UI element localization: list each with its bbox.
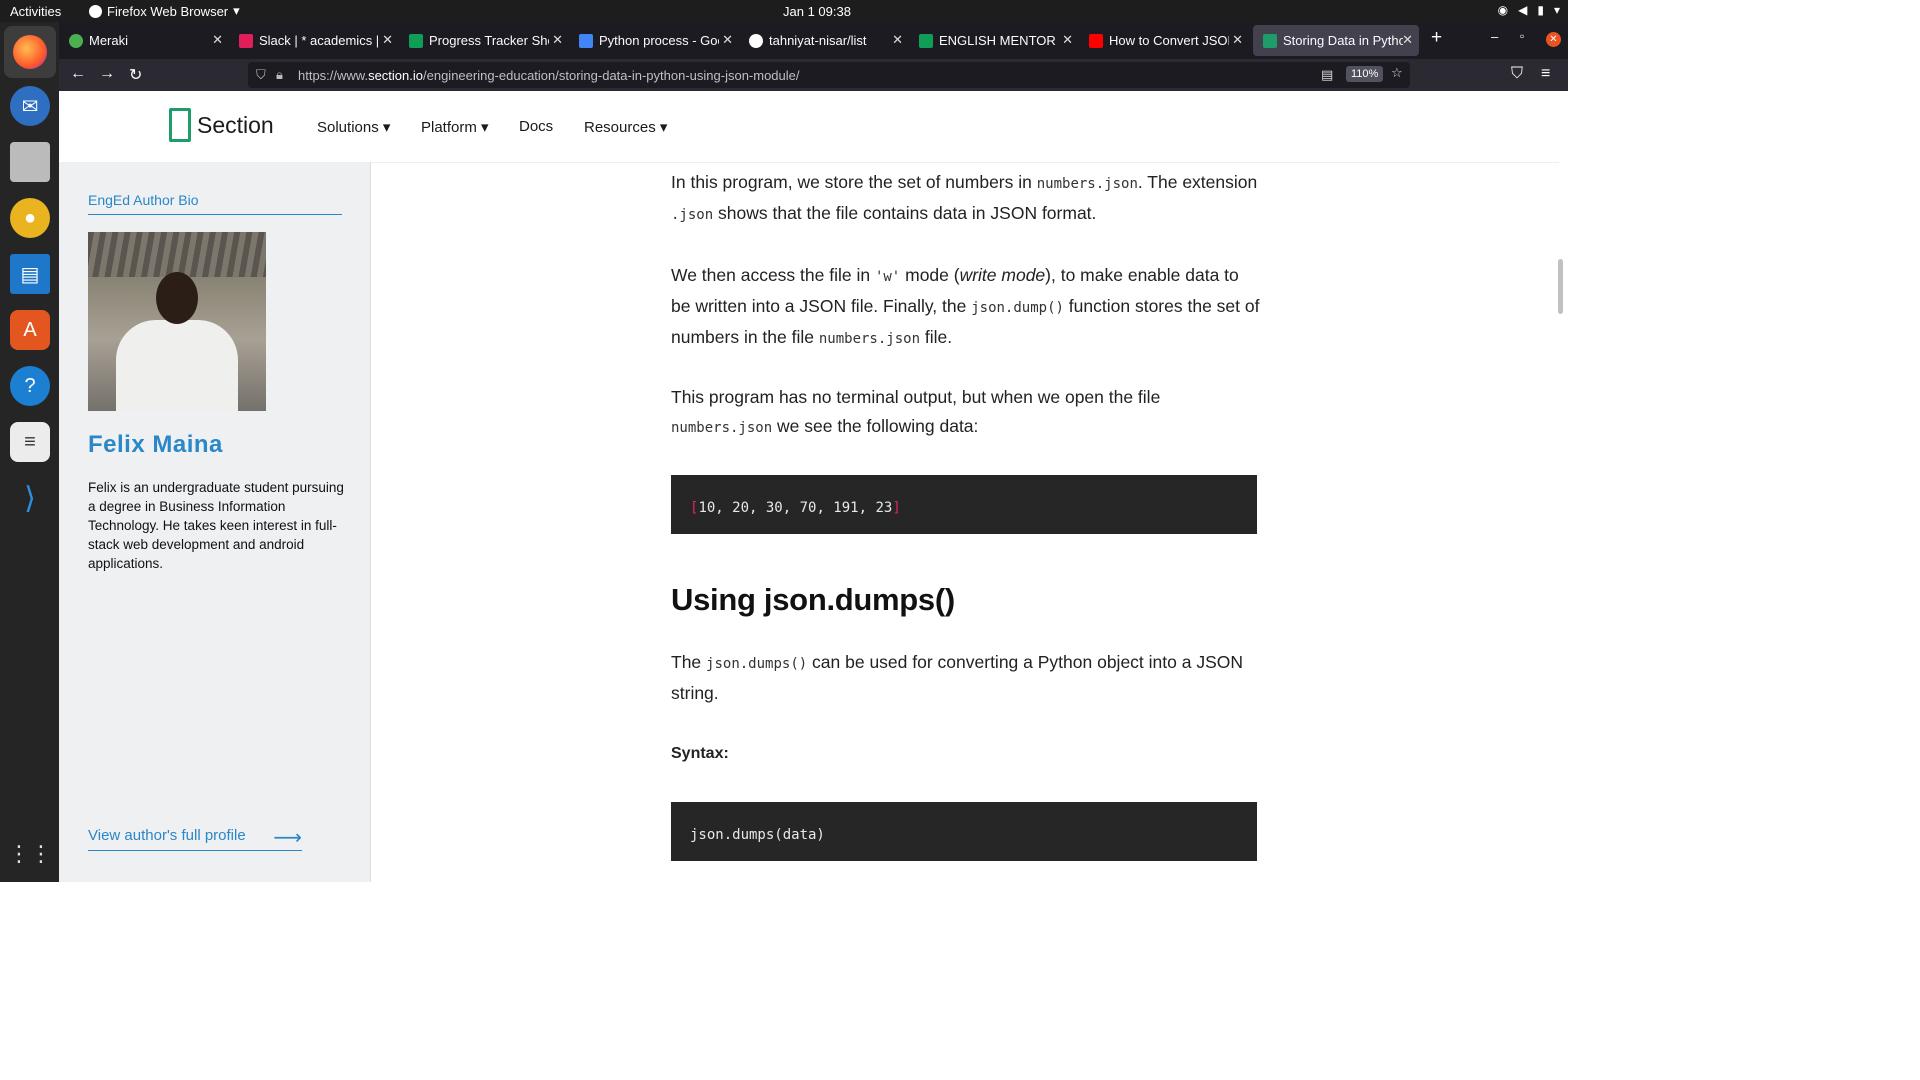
show-apps-icon[interactable]: ⋮⋮	[8, 834, 52, 874]
tab-favicon	[239, 33, 253, 48]
thunderbird-icon[interactable]: ✉	[10, 86, 50, 126]
new-tab-icon[interactable]: +	[1431, 27, 1442, 49]
tab-github[interactable]: tahniyat-nisar/list ✕	[739, 25, 909, 56]
battery-icon: ▮	[1537, 3, 1544, 17]
close-icon[interactable]: ✕	[382, 32, 393, 48]
close-icon[interactable]: ✕	[892, 32, 903, 48]
pocket-icon[interactable]: ⛉	[1511, 65, 1523, 83]
close-icon[interactable]: ✕	[1402, 32, 1413, 48]
menu-platform[interactable]: Platform ▾	[421, 118, 489, 136]
lock-icon[interactable]: 🔒︎	[276, 67, 283, 83]
firefox-icon	[89, 4, 102, 18]
tab-meraki[interactable]: Meraki ✕	[59, 25, 229, 56]
bookmark-star-icon[interactable]: ☆	[1391, 65, 1403, 81]
paragraph: The json.dumps() can be used for convert…	[671, 652, 1243, 703]
close-icon[interactable]: ✕	[552, 32, 563, 48]
menu-docs[interactable]: Docs	[519, 118, 553, 135]
help-icon[interactable]: ?	[10, 366, 50, 406]
minimize-icon[interactable]: –	[1491, 29, 1498, 44]
tab-favicon	[919, 33, 933, 48]
nav-bar: ← → ↻ ⛉ 🔒︎ https://www.section.io/engine…	[59, 59, 1568, 91]
tab-bar: Meraki ✕ Slack | * academics | N ✕ Progres…	[59, 22, 1568, 59]
author-sidebar: EngEd Author Bio Felix Maina Felix is an…	[59, 163, 371, 882]
tab-favicon	[1263, 33, 1277, 48]
tab-progress-tracker[interactable]: Progress Tracker Shee ✕	[399, 25, 569, 56]
code-block: [10, 20, 30, 70, 191, 23]	[671, 475, 1257, 534]
close-icon[interactable]: ✕	[722, 32, 733, 48]
close-window-icon[interactable]: ✕	[1546, 32, 1561, 47]
forward-icon[interactable]: →	[99, 65, 115, 83]
vscode-icon[interactable]: ⟩	[10, 478, 50, 518]
section-heading: Using json.dumps()	[671, 582, 955, 617]
youtube-icon	[1089, 33, 1103, 48]
syntax-code-block: json.dumps(data)	[671, 802, 1257, 861]
paragraph: In this program, we store the set of num…	[671, 172, 1258, 223]
rhythmbox-icon[interactable]: ●	[10, 198, 50, 238]
author-bio-heading: EngEd Author Bio	[88, 192, 342, 215]
close-icon[interactable]: ✕	[1232, 32, 1243, 48]
back-icon[interactable]: ←	[70, 65, 86, 83]
tab-favicon	[409, 33, 423, 48]
site-logo[interactable]: Section	[169, 108, 274, 142]
url-text[interactable]: https://www.section.io/engineering-educa…	[298, 68, 800, 83]
zoom-level[interactable]: 110%	[1346, 66, 1384, 82]
software-icon[interactable]: A	[10, 310, 50, 350]
wifi-icon: ◉	[1497, 3, 1509, 17]
menu-solutions[interactable]: Solutions ▾	[317, 118, 390, 136]
url-bar[interactable]: ⛉ 🔒︎ https://www.section.io/engineering-…	[248, 62, 1410, 88]
reader-view-icon[interactable]: ▤	[1321, 67, 1333, 83]
paragraph: This program has no terminal output, but…	[671, 387, 1161, 436]
tab-favicon	[579, 33, 593, 48]
menu-resources[interactable]: Resources ▾	[584, 118, 667, 136]
app-name: Firefox Web Browser	[107, 3, 229, 19]
volume-icon: ◀	[1518, 3, 1528, 17]
tab-python-process[interactable]: Python process - Goog ✕	[569, 25, 739, 56]
tab-english-mentor[interactable]: ENGLISH MENTOR GR✕	[909, 25, 1079, 56]
restore-icon[interactable]: ▫	[1520, 29, 1524, 43]
chevron-down-icon: ▾	[233, 3, 240, 18]
site-header: Section Solutions ▾ Platform ▾ Docs Reso…	[59, 91, 1559, 163]
clock[interactable]: Jan 1 09:38	[783, 4, 851, 19]
os-top-bar: Activities Firefox Web Browser ▾ Jan 1 0…	[0, 0, 1568, 22]
files-icon[interactable]	[10, 142, 50, 182]
tab-youtube[interactable]: How to Convert JSON ✕	[1079, 25, 1249, 56]
reader-icon[interactable]: ≡	[10, 422, 50, 462]
author-photo	[88, 232, 266, 411]
web-page: Section Solutions ▾ Platform ▾ Docs Reso…	[59, 91, 1568, 882]
tab-favicon	[69, 33, 83, 48]
chevron-down-icon: ▾	[1553, 3, 1560, 17]
tab-storing-data[interactable]: Storing Data in Python ✕	[1253, 25, 1419, 56]
author-bio: Felix is an undergraduate student pursui…	[88, 480, 344, 571]
system-tray[interactable]: ◉ ◀ ▮ ▾	[1498, 3, 1560, 17]
arrow-right-icon: ⟶	[273, 827, 302, 849]
writer-icon[interactable]: ▤	[10, 254, 50, 294]
hamburger-menu-icon[interactable]: ≡	[1541, 65, 1550, 83]
reload-icon[interactable]: ↻	[129, 65, 142, 85]
close-icon[interactable]: ✕	[212, 32, 223, 48]
paragraph: We then access the file in 'w' mode (wri…	[671, 265, 1260, 347]
dock: ✉ ● ▤ A ? ≡ ⟩ ⋮⋮	[0, 22, 59, 882]
author-name[interactable]: Felix Maina	[88, 431, 223, 459]
close-icon[interactable]: ✕	[1062, 32, 1073, 48]
firefox-dock-icon[interactable]	[4, 26, 56, 78]
section-logo-icon	[169, 108, 191, 142]
syntax-label: Syntax:	[671, 745, 729, 762]
shield-icon[interactable]: ⛉	[256, 67, 266, 83]
app-menu[interactable]: Firefox Web Browser ▾	[89, 3, 240, 19]
scrollbar[interactable]	[1558, 259, 1563, 314]
activities-button[interactable]: Activities	[10, 4, 61, 19]
view-profile-link[interactable]: View author's full profile ⟶	[88, 827, 302, 851]
github-icon	[749, 33, 763, 48]
tab-slack[interactable]: Slack | * academics | N ✕	[229, 25, 399, 56]
